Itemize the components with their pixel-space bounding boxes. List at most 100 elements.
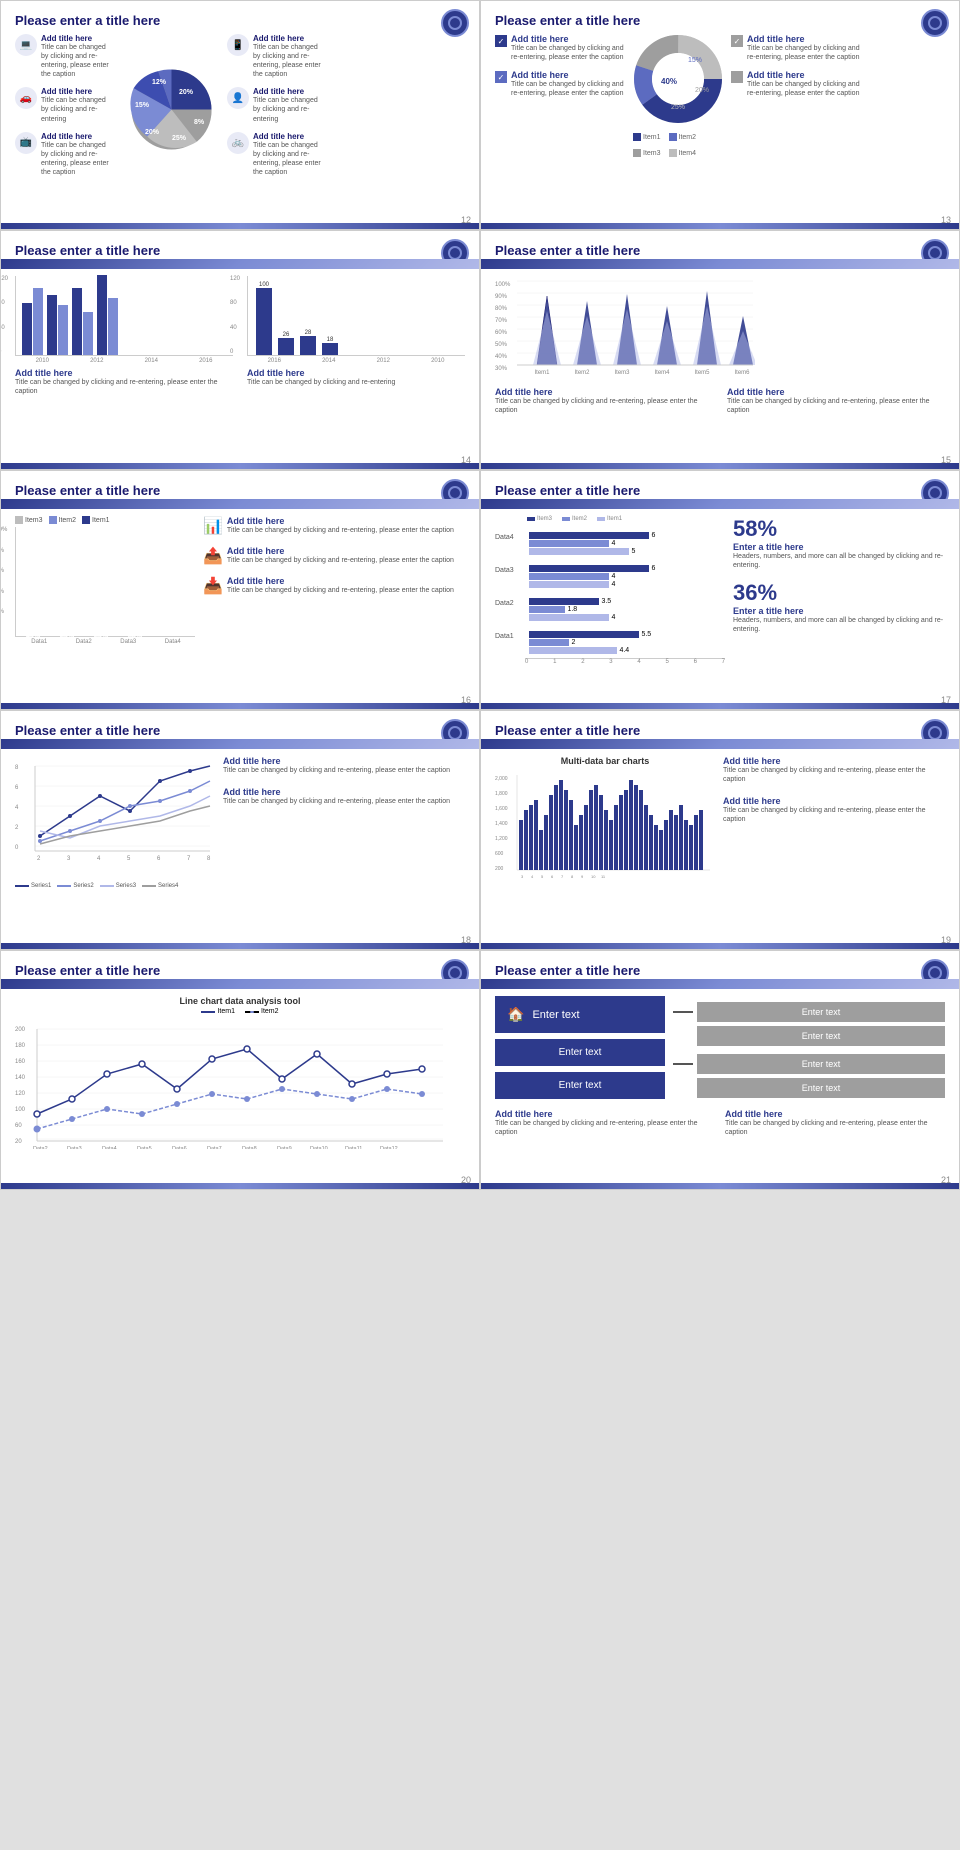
- item2-title: Add title here: [253, 34, 327, 43]
- bar-chart-2-bars: 120 80 40 0 100 26: [247, 276, 465, 356]
- stacked-desc-1: Title can be changed by clicking and re-…: [227, 526, 454, 535]
- enter-text-3[interactable]: Enter text: [559, 1080, 602, 1091]
- chart2-desc: Title can be changed by clicking and re-…: [247, 378, 465, 387]
- slide-2-left: ✓ Add title here Title can be changed by…: [495, 34, 625, 157]
- svg-text:10: 10: [591, 874, 596, 879]
- icon-item-1: 💻 Add title here Title can be changed by…: [15, 34, 115, 79]
- svg-text:Data7: Data7: [207, 1146, 222, 1149]
- slide-1-pie: 20% 8% 25% 20% 15% 12%: [121, 34, 221, 185]
- hbar-legend: Item3 Item2 Item1: [527, 516, 725, 522]
- bar-chart-2: 120 80 40 0 100 26: [247, 276, 465, 396]
- svg-text:15%: 15%: [134, 102, 149, 109]
- svg-text:11: 11: [601, 874, 606, 879]
- bar-2012-2: [58, 305, 68, 355]
- pct-2: 36%: [733, 580, 945, 606]
- svg-text:70%: 70%: [495, 318, 508, 324]
- svg-text:4: 4: [531, 874, 534, 879]
- flow-gray-btn-4[interactable]: Enter text: [697, 1078, 945, 1098]
- flow-right-col: Enter text Enter text Enter text Enter t…: [673, 996, 945, 1098]
- line-chart-area: 8 6 4 2 0: [15, 756, 215, 889]
- group-2010: [22, 288, 43, 355]
- enter-text-2[interactable]: Enter text: [559, 1047, 602, 1058]
- flow-home-button[interactable]: 🏠 Enter text: [495, 996, 665, 1033]
- slide-3-bar: [1, 463, 479, 469]
- group-2016: [97, 275, 118, 355]
- pct-title-2: Enter a title here: [733, 606, 945, 616]
- slide-10: Please enter a title here 🏠 Enter text E…: [480, 950, 960, 1190]
- triangle-info-2: Add title here Title can be changed by c…: [727, 387, 945, 415]
- flow-row-2: Enter text: [673, 1054, 945, 1074]
- svg-text:3: 3: [521, 874, 524, 879]
- slide-10-title: Please enter a title here: [495, 963, 945, 978]
- slide-7-title: Please enter a title here: [15, 723, 465, 738]
- pie-chart-svg: 20% 8% 25% 20% 15% 12%: [124, 62, 219, 157]
- svg-text:60: 60: [15, 1123, 22, 1129]
- slide-5-content: Item3 Item2 Item1 100% 80%: [15, 516, 465, 645]
- tri-desc-1: Title can be changed by clicking and re-…: [495, 397, 713, 415]
- pct-1: 58%: [733, 516, 945, 542]
- line-desc-1: Title can be changed by clicking and re-…: [223, 766, 465, 775]
- pct-desc-2: Headers, numbers, and more can all be ch…: [733, 616, 945, 634]
- checkbox-2: ✓: [731, 35, 743, 47]
- slide-3-title: Please enter a title here: [15, 243, 465, 258]
- chart1-title: Add title here: [15, 368, 233, 378]
- flow-left-col: 🏠 Enter text Enter text Enter text: [495, 996, 665, 1099]
- slide-7-bar: [1, 943, 479, 949]
- bike-icon: 🚲: [227, 132, 249, 154]
- slide-1-bar: [1, 223, 479, 229]
- slide-4-content: 100% 90% 80% 70% 60% 50% 40% 30%: [495, 276, 945, 415]
- hbar-data2: Data2 3.5 1.8 4: [495, 592, 725, 621]
- stacked-item-2: 📤 Add title here Title can be changed by…: [203, 546, 465, 566]
- flow-gray-btn-3[interactable]: Enter text: [697, 1054, 945, 1074]
- svg-text:Data8: Data8: [242, 1146, 257, 1149]
- stacked-item-3: 📥 Add title here Title can be changed by…: [203, 576, 465, 596]
- enter-text-main[interactable]: Enter text: [532, 1009, 579, 1021]
- stacked-desc-3: Title can be changed by clicking and re-…: [227, 586, 454, 595]
- item5-title: Add title here: [41, 132, 115, 141]
- item5-desc: Title can be changed by clicking and re-…: [41, 141, 115, 177]
- slide-10-bar: [481, 1183, 959, 1189]
- multibar-info-2: Add title here Title can be changed by c…: [723, 796, 945, 824]
- multibar-area: Multi-data bar charts 2,000 1,800 1,600 …: [495, 756, 715, 885]
- svg-text:1,400: 1,400: [495, 821, 508, 827]
- pct-section-2: 36% Enter a title here Headers, numbers,…: [733, 580, 945, 634]
- flow-row-2b: Enter text: [697, 1078, 945, 1098]
- checkbox-1: ✓: [495, 35, 507, 47]
- stacked-title-2: Add title here: [227, 546, 454, 556]
- svg-text:20%: 20%: [178, 89, 193, 96]
- flow-btn-3[interactable]: Enter text: [495, 1072, 665, 1099]
- triangle-info-1: Add title here Title can be changed by c…: [495, 387, 713, 415]
- slide-5-right: 📊 Add title here Title can be changed by…: [203, 516, 465, 645]
- slide-8-bar: [481, 943, 959, 949]
- flow-gray-btn-2[interactable]: Enter text: [697, 1026, 945, 1046]
- slide-8-right: Add title here Title can be changed by c…: [723, 756, 945, 885]
- slide-9-content: Line chart data analysis tool Item1 Item…: [15, 996, 465, 1154]
- multibar-title-2: Add title here: [723, 796, 945, 806]
- svg-text:40%: 40%: [661, 77, 677, 86]
- slide-8: Please enter a title here Multi-data bar…: [480, 710, 960, 950]
- laptop-icon: 💻: [15, 34, 37, 56]
- flow-gray-btn-1[interactable]: Enter text: [697, 1002, 945, 1022]
- check-item-2: ✓ Add title here Title can be changed by…: [731, 34, 861, 62]
- bar-c2-3: [300, 336, 316, 355]
- icon-item-6: 🚲 Add title here Title can be changed by…: [227, 132, 327, 177]
- svg-text:5: 5: [541, 874, 544, 879]
- slide-3-charts: 120 80 40 0: [15, 276, 465, 396]
- svg-text:Data10: Data10: [310, 1146, 328, 1149]
- svg-text:30%: 30%: [495, 366, 508, 372]
- chart2-info: Add title here Title can be changed by c…: [247, 368, 465, 387]
- item3-desc: Title can be changed by clicking and re-…: [41, 96, 115, 123]
- svg-text:Data12: Data12: [380, 1146, 398, 1149]
- svg-text:Item1: Item1: [534, 370, 550, 376]
- linechart2-title: Line chart data analysis tool: [15, 996, 465, 1006]
- svg-text:7: 7: [187, 856, 191, 862]
- svg-text:25%: 25%: [671, 104, 685, 111]
- svg-text:120: 120: [15, 1091, 26, 1097]
- svg-text:2,000: 2,000: [495, 776, 508, 782]
- svg-text:3: 3: [67, 856, 71, 862]
- check-title-1: Add title here: [511, 34, 625, 44]
- hbar-data1: Data1 5.5 2 4.4: [495, 625, 725, 654]
- flow-btn-2[interactable]: Enter text: [495, 1039, 665, 1066]
- donut-legend: Item1 Item2 Item3 Item4: [633, 133, 723, 157]
- line-info-2: Add title here Title can be changed by c…: [223, 787, 465, 806]
